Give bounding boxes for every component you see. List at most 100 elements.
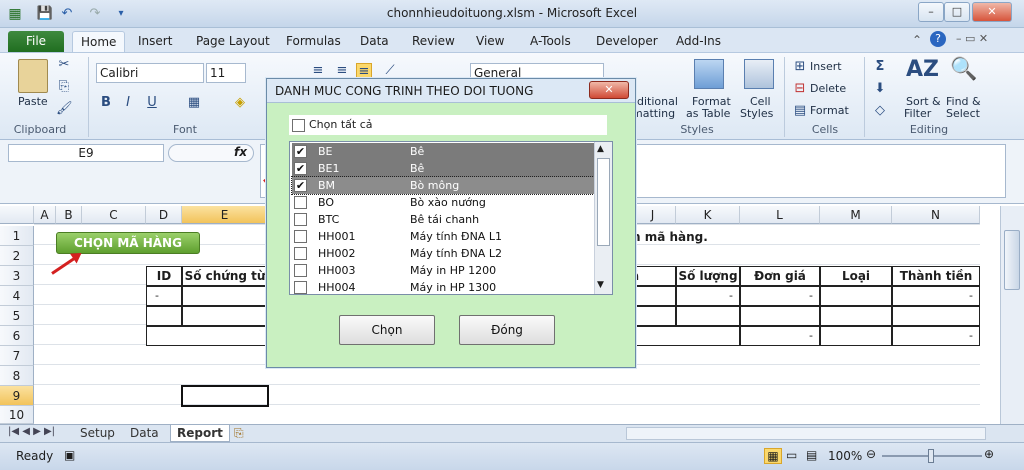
cell-don-gia[interactable]: - — [740, 286, 820, 306]
column-header[interactable]: B — [56, 206, 82, 224]
row-header[interactable]: 3 — [0, 266, 34, 286]
close-window-button[interactable]: ✕ — [972, 2, 1012, 22]
tab-data[interactable]: Data — [352, 31, 397, 52]
find-select-icon[interactable]: 🔍 — [950, 57, 977, 82]
row-header[interactable]: 2 — [0, 246, 34, 266]
cell-so-luong[interactable]: - — [676, 286, 740, 306]
tab-review[interactable]: Review — [404, 31, 463, 52]
column-header[interactable]: M — [820, 206, 892, 224]
item-checkbox[interactable] — [294, 213, 307, 226]
horizontal-scrollbar[interactable] — [626, 427, 986, 440]
vertical-scrollbar[interactable] — [1000, 206, 1024, 424]
list-item[interactable]: HH001 Máy tính ĐNA L1 — [292, 228, 594, 245]
help-icon[interactable]: ? — [930, 31, 946, 47]
autosum-icon[interactable]: Σ — [872, 59, 888, 75]
total-thanh-tien[interactable]: - — [892, 326, 980, 346]
column-header[interactable]: D — [146, 206, 182, 224]
italic-icon[interactable]: I — [120, 95, 136, 111]
insert-cells-button[interactable]: Insert — [810, 60, 842, 73]
item-checkbox[interactable] — [294, 281, 307, 294]
format-cells-icon[interactable]: ▤ — [792, 103, 808, 119]
select-all-corner[interactable] — [0, 206, 34, 224]
normal-view-icon[interactable]: ▦ — [764, 448, 782, 464]
delete-cells-button[interactable]: Delete — [810, 82, 846, 95]
cell[interactable] — [820, 326, 892, 346]
row-header[interactable]: 6 — [0, 326, 34, 346]
item-list[interactable]: ✔ BE Bê ✔ BE1 Bê ✔ BM Bò mông BO Bò xào … — [289, 141, 613, 295]
tab-home[interactable]: Home — [72, 31, 126, 52]
column-header[interactable]: L — [740, 206, 820, 224]
column-header[interactable]: K — [676, 206, 740, 224]
format-cells-button[interactable]: Format — [810, 104, 849, 117]
tab-a-tools[interactable]: A-Tools — [522, 31, 579, 52]
align-middle-icon[interactable]: ≡ — [334, 63, 350, 79]
format-as-table-icon[interactable] — [694, 59, 724, 89]
page-break-view-icon[interactable]: ▤ — [806, 448, 817, 462]
active-cell-e9[interactable] — [181, 385, 269, 407]
column-header[interactable]: E — [182, 206, 268, 224]
zoom-level[interactable]: 100% — [828, 449, 862, 463]
clear-icon[interactable]: ◇ — [872, 103, 888, 119]
cell[interactable] — [630, 306, 676, 326]
cell-id[interactable]: - — [146, 286, 182, 306]
column-header[interactable]: N — [892, 206, 980, 224]
font-name-box[interactable]: Calibri — [96, 63, 204, 83]
format-painter-icon[interactable]: 🖌 — [56, 101, 73, 117]
item-checkbox[interactable]: ✔ — [294, 145, 307, 158]
row-header[interactable]: 8 — [0, 366, 34, 386]
item-checkbox[interactable]: ✔ — [294, 162, 307, 175]
bold-icon[interactable]: B — [98, 95, 114, 111]
fill-icon[interactable]: ⬇ — [872, 81, 888, 97]
list-item[interactable]: HH002 Máy tính ĐNA L2 — [292, 245, 594, 262]
item-checkbox[interactable] — [294, 247, 307, 260]
cell-thanh-tien[interactable]: - — [892, 286, 980, 306]
name-box[interactable]: E9 — [8, 144, 164, 162]
item-checkbox[interactable] — [294, 196, 307, 209]
ribbon-minimize-icon[interactable]: ⌃ — [912, 33, 922, 47]
cell[interactable] — [676, 306, 740, 326]
page-layout-view-icon[interactable]: ▭ — [786, 448, 797, 462]
row-header[interactable]: 7 — [0, 346, 34, 366]
zoom-out-icon[interactable]: ⊖ — [866, 447, 876, 461]
list-item[interactable]: ✔ BE1 Bê — [292, 160, 594, 177]
total-don-gia[interactable]: - — [740, 326, 820, 346]
cut-icon[interactable]: ✂ — [56, 57, 72, 73]
list-item[interactable]: BTC Bê tái chanh — [292, 211, 594, 228]
orientation-icon[interactable]: ⟋ — [382, 63, 398, 79]
scroll-down-icon[interactable]: ▼ — [597, 280, 604, 290]
cell[interactable] — [820, 306, 892, 326]
sort-filter-icon[interactable]: AZ — [906, 57, 939, 82]
select-all-label[interactable]: Chọn tất cả — [309, 118, 373, 131]
cell-styles-icon[interactable] — [744, 59, 774, 89]
dialog-close-button[interactable]: ✕ — [589, 81, 629, 99]
row-header[interactable]: 5 — [0, 306, 34, 326]
insert-function-icon[interactable]: fx — [234, 145, 247, 159]
item-checkbox[interactable]: ✔ — [294, 179, 307, 192]
zoom-slider-thumb[interactable] — [928, 449, 934, 463]
choose-button[interactable]: Chọn — [339, 315, 435, 345]
fill-color-icon[interactable]: ◈ — [232, 95, 248, 111]
column-header[interactable]: J — [630, 206, 676, 224]
maximize-button[interactable]: □ — [944, 2, 970, 22]
copy-icon[interactable]: ⎘ — [56, 79, 72, 95]
cell[interactable] — [892, 306, 980, 326]
cell[interactable] — [630, 326, 740, 346]
row-header[interactable]: 1 — [0, 226, 34, 246]
item-checkbox[interactable] — [294, 230, 307, 243]
tab-view[interactable]: View — [468, 31, 512, 52]
paste-button[interactable]: Paste — [18, 95, 48, 108]
zoom-in-icon[interactable]: ⊕ — [984, 447, 994, 461]
underline-icon[interactable]: U — [144, 95, 160, 111]
column-header[interactable]: A — [34, 206, 56, 224]
sheet-tab-setup[interactable]: Setup — [74, 425, 121, 442]
tab-add-ins[interactable]: Add-Ins — [668, 31, 729, 52]
align-top-icon[interactable]: ≡ — [310, 63, 326, 79]
cell[interactable] — [630, 286, 676, 306]
tab-page-layout[interactable]: Page Layout — [188, 31, 278, 52]
macro-record-icon[interactable]: ▣ — [64, 448, 75, 462]
tab-insert[interactable]: Insert — [130, 31, 180, 52]
list-item[interactable]: BO Bò xào nướng — [292, 194, 594, 211]
font-size-box[interactable]: 11 — [206, 63, 246, 83]
list-item[interactable]: ✔ BE Bê — [292, 143, 594, 160]
scroll-up-icon[interactable]: ▲ — [597, 144, 604, 154]
